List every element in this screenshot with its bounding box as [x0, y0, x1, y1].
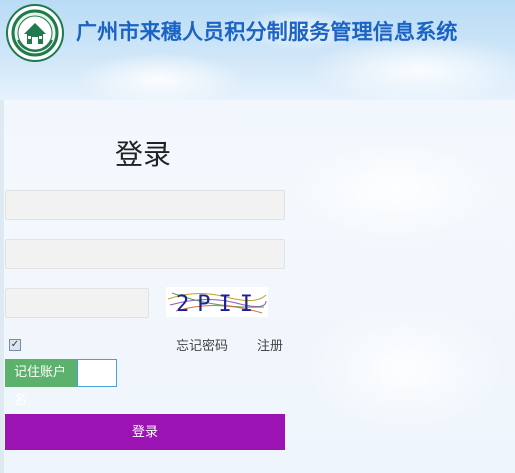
- password-input[interactable]: [5, 239, 285, 269]
- cloud-decoration: [300, 300, 510, 440]
- remember-account-label: 记住账户名: [5, 359, 77, 408]
- government-emblem-icon: [6, 4, 64, 62]
- remember-checkbox[interactable]: ✓: [9, 339, 21, 351]
- forgot-password-link[interactable]: 忘记密码: [176, 335, 228, 354]
- cloud-decoration: [280, 130, 510, 250]
- header-banner: 广州市来穗人员积分制服务管理信息系统: [0, 0, 515, 100]
- login-heading: 登录: [115, 138, 172, 171]
- register-link[interactable]: 注册: [257, 335, 283, 354]
- username-input[interactable]: [5, 190, 285, 220]
- left-border: [0, 100, 4, 473]
- system-title: 广州市来穗人员积分制服务管理信息系统: [76, 20, 458, 44]
- captcha-input[interactable]: [5, 288, 149, 318]
- captcha-text: 2PII: [176, 292, 261, 317]
- remember-account-group: 记住账户名: [5, 359, 117, 408]
- remember-account-toggle[interactable]: [77, 359, 117, 387]
- login-button[interactable]: 登录: [5, 414, 285, 450]
- captcha-image[interactable]: 2PII: [166, 287, 268, 317]
